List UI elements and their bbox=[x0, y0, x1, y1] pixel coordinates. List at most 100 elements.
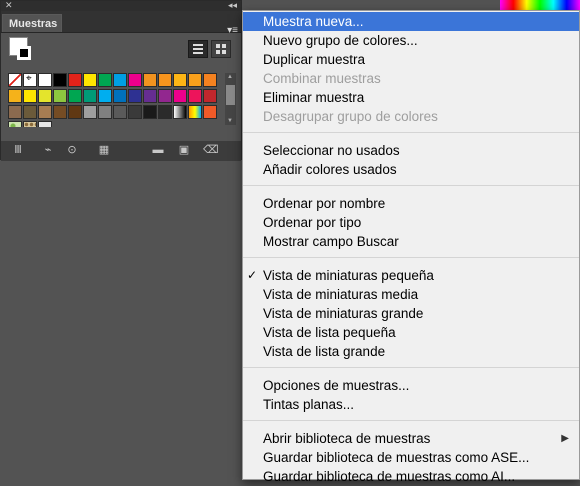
menu-item[interactable]: Opciones de muestras... bbox=[243, 376, 579, 395]
menu-item[interactable]: Tintas planas... bbox=[243, 395, 579, 414]
swatch[interactable] bbox=[143, 105, 157, 119]
swatch[interactable] bbox=[98, 105, 112, 119]
swatch[interactable] bbox=[158, 105, 172, 119]
swatch-libraries-icon[interactable]: Ⅲ bbox=[11, 144, 25, 156]
menu-item[interactable]: Mostrar campo Buscar bbox=[243, 232, 579, 251]
panel-footer-toolbar: Ⅲ ⌁ ⊙ ▦ ▬ ▣ ⌫ bbox=[1, 141, 241, 161]
swatch[interactable] bbox=[83, 73, 97, 87]
swatch[interactable] bbox=[188, 73, 202, 87]
swatch[interactable] bbox=[158, 89, 172, 103]
delete-swatch-icon[interactable]: ⌫ bbox=[203, 144, 219, 156]
menu-item[interactable]: Seleccionar no usados bbox=[243, 141, 579, 160]
swatch[interactable] bbox=[38, 73, 52, 87]
swatch[interactable] bbox=[8, 73, 22, 87]
scrollbar-thumb[interactable] bbox=[226, 85, 235, 105]
swatch[interactable] bbox=[128, 89, 142, 103]
menu-item-label: Abrir biblioteca de muestras bbox=[263, 431, 431, 446]
menu-item[interactable]: Vista de miniaturas media bbox=[243, 285, 579, 304]
menu-item-label: Desagrupar grupo de colores bbox=[263, 109, 438, 124]
grid-view-button[interactable] bbox=[211, 40, 231, 58]
menu-separator bbox=[243, 132, 579, 133]
swatch[interactable] bbox=[113, 105, 127, 119]
swatch[interactable] bbox=[23, 89, 37, 103]
close-icon[interactable]: ✕ bbox=[5, 0, 13, 11]
menu-item[interactable]: Abrir biblioteca de muestras ▶ bbox=[243, 429, 579, 448]
menu-item-label: Guardar biblioteca de muestras como ASE.… bbox=[263, 450, 530, 465]
new-color-group-icon[interactable]: ▬ bbox=[151, 144, 165, 156]
color-group-icon[interactable]: ▦ bbox=[97, 144, 111, 156]
submenu-arrow-icon: ▶ bbox=[561, 433, 569, 444]
swatch[interactable] bbox=[8, 89, 22, 103]
swatch[interactable] bbox=[8, 105, 22, 119]
swatch[interactable] bbox=[158, 73, 172, 87]
menu-item[interactable]: Muestra nueva... bbox=[243, 12, 579, 31]
menu-item[interactable]: Nuevo grupo de colores... bbox=[243, 31, 579, 50]
menu-separator bbox=[243, 367, 579, 368]
swatch[interactable] bbox=[83, 105, 97, 119]
swatch[interactable] bbox=[68, 89, 82, 103]
swatch[interactable] bbox=[173, 73, 187, 87]
swatch[interactable] bbox=[83, 89, 97, 103]
swatch[interactable] bbox=[98, 89, 112, 103]
swatch[interactable] bbox=[203, 89, 217, 103]
menu-separator bbox=[243, 257, 579, 258]
menu-item: Desagrupar grupo de colores bbox=[243, 107, 579, 126]
menu-item-label: Nuevo grupo de colores... bbox=[263, 33, 418, 48]
swatch[interactable] bbox=[173, 105, 187, 119]
swatch[interactable] bbox=[113, 89, 127, 103]
menu-separator bbox=[243, 420, 579, 421]
swatch[interactable] bbox=[23, 105, 37, 119]
swatch[interactable] bbox=[113, 73, 127, 87]
swatch[interactable] bbox=[68, 105, 82, 119]
menu-item-label: Guardar biblioteca de muestras como AI..… bbox=[263, 469, 516, 484]
menu-item[interactable]: Ordenar por nombre bbox=[243, 194, 579, 213]
menu-item-label: Vista de miniaturas grande bbox=[263, 306, 424, 321]
menu-item-label: Combinar muestras bbox=[263, 71, 381, 86]
swatch[interactable] bbox=[203, 105, 217, 119]
swatch[interactable] bbox=[53, 105, 67, 119]
menu-item[interactable]: Vista de lista pequeña bbox=[243, 323, 579, 342]
swatch[interactable] bbox=[53, 73, 67, 87]
menu-item[interactable]: Ordenar por tipo bbox=[243, 213, 579, 232]
swatch[interactable] bbox=[143, 73, 157, 87]
swatch[interactable] bbox=[128, 105, 142, 119]
swatch[interactable] bbox=[98, 73, 112, 87]
swatch[interactable] bbox=[53, 89, 67, 103]
menu-item[interactable]: Guardar biblioteca de muestras como AI..… bbox=[243, 467, 579, 486]
list-view-icon bbox=[193, 44, 203, 54]
menu-item[interactable]: Eliminar muestra bbox=[243, 88, 579, 107]
menu-item[interactable]: Añadir colores usados bbox=[243, 160, 579, 179]
swatch[interactable] bbox=[203, 73, 217, 87]
tab-swatches[interactable]: Muestras bbox=[2, 14, 62, 32]
list-view-button[interactable] bbox=[188, 40, 208, 58]
swatch[interactable] bbox=[38, 105, 52, 119]
menu-item[interactable]: Duplicar muestra bbox=[243, 50, 579, 69]
swatch[interactable]: ⌖ bbox=[23, 73, 37, 87]
menu-item-label: Vista de miniaturas media bbox=[263, 287, 419, 302]
swatch-grid: ⌖ bbox=[8, 73, 218, 135]
stroke-swatch[interactable] bbox=[17, 46, 31, 60]
menu-separator bbox=[243, 185, 579, 186]
swatches-flyout-menu: Muestra nueva... Nuevo grupo de colores..… bbox=[242, 10, 580, 484]
swatch[interactable] bbox=[143, 89, 157, 103]
swatch[interactable] bbox=[38, 89, 52, 103]
menu-item[interactable]: Vista de miniaturas pequeña ✓ bbox=[243, 266, 579, 285]
show-kinds-icon[interactable]: ⌁ bbox=[41, 144, 55, 156]
menu-item-label: Vista de lista pequeña bbox=[263, 325, 396, 340]
collapse-icon[interactable]: ◂◂ bbox=[228, 0, 237, 11]
checkmark-icon: ✓ bbox=[247, 268, 258, 282]
menu-item[interactable]: Vista de miniaturas grande bbox=[243, 304, 579, 323]
swatch[interactable] bbox=[128, 73, 142, 87]
menu-item: Combinar muestras bbox=[243, 69, 579, 88]
swatch[interactable] bbox=[173, 89, 187, 103]
menu-item[interactable]: Guardar biblioteca de muestras como ASE.… bbox=[243, 448, 579, 467]
fill-stroke-indicator[interactable] bbox=[9, 37, 35, 63]
panel-title-bar[interactable]: ✕ ◂◂ bbox=[1, 0, 241, 11]
panel-scrollbar[interactable]: ▲ ▼ bbox=[225, 73, 236, 125]
new-swatch-icon[interactable]: ▣ bbox=[177, 144, 191, 156]
swatch[interactable] bbox=[188, 105, 202, 119]
swatch-options-icon[interactable]: ⊙ bbox=[65, 144, 79, 156]
swatch[interactable] bbox=[188, 89, 202, 103]
menu-item[interactable]: Vista de lista grande bbox=[243, 342, 579, 361]
swatch[interactable] bbox=[68, 73, 82, 87]
